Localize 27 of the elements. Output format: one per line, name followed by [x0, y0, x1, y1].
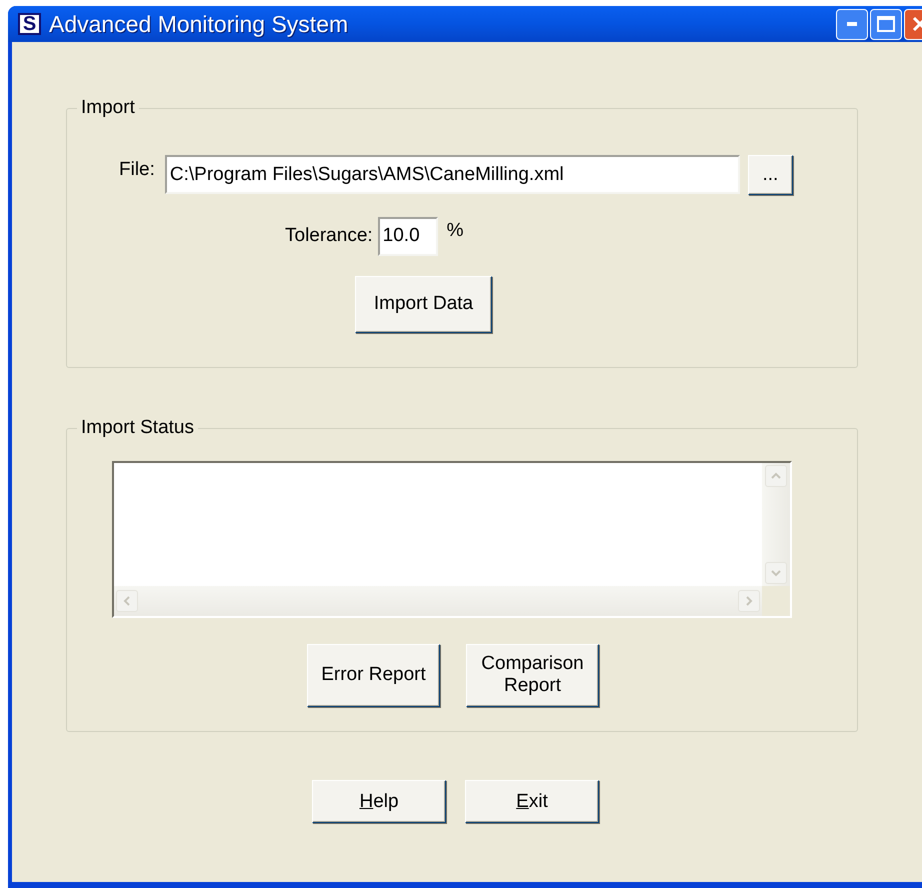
scrollbar-corner [762, 586, 790, 616]
status-log[interactable] [112, 460, 792, 618]
browse-button[interactable]: ... [748, 154, 793, 194]
scroll-down-button[interactable] [765, 562, 787, 584]
group-title: Import Status [80, 416, 195, 440]
maximize-icon [877, 16, 895, 32]
horizontal-scrollbar[interactable] [114, 586, 762, 616]
report-button[interactable]: Error Report [307, 644, 440, 706]
group-title: Import [80, 96, 136, 120]
tolerance-field[interactable]: 10.0 [378, 216, 438, 256]
scroll-up-button[interactable] [765, 464, 787, 486]
import-data-button[interactable]: Import Data [355, 276, 492, 332]
app-icon: S [18, 13, 41, 35]
exit-button[interactable]: Exit [465, 780, 599, 823]
help-button[interactable]: Help [312, 780, 446, 823]
window-title: Advanced Monitoring System [49, 10, 348, 39]
scroll-left-button[interactable] [116, 590, 138, 612]
file-path-field[interactable]: C:\Program Files\Sugars\AMS\CaneMilling.xml [164, 155, 740, 194]
file-label: File: [119, 158, 155, 182]
minimize-button[interactable] [836, 8, 868, 40]
tolerance-label: Tolerance: [285, 224, 373, 248]
vertical-scrollbar[interactable] [762, 462, 790, 586]
scroll-right-button[interactable] [738, 590, 760, 612]
percent-label: % [446, 218, 464, 243]
minimize-icon [847, 22, 857, 26]
report-button[interactable]: Comparison Report [466, 644, 599, 706]
maximize-button[interactable] [870, 8, 902, 40]
